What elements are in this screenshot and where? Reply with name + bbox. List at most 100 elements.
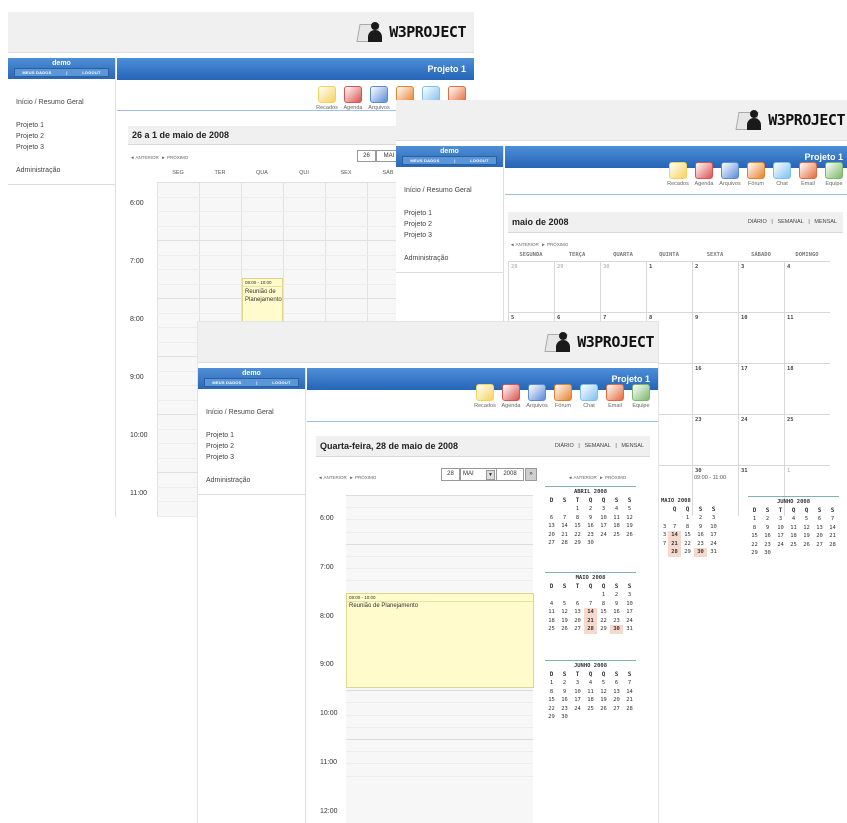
tool-calendar[interactable]: Agenda (691, 162, 717, 187)
logo[interactable]: W3PROJECT (356, 20, 466, 44)
mini-day[interactable]: 16 (761, 532, 774, 541)
mini-day[interactable]: 2 (761, 515, 774, 524)
mini-day[interactable]: 24 (571, 705, 584, 714)
next-link[interactable]: ► PRÓXIMO (541, 242, 568, 247)
view-daily[interactable]: DIÁRIO (748, 219, 767, 225)
mini-day[interactable]: 16 (584, 522, 597, 531)
tool-calendar[interactable]: Agenda (340, 86, 366, 111)
my-data-link[interactable]: MEUS DADOS (410, 158, 439, 163)
mini-day[interactable]: 13 (813, 524, 826, 533)
menu-project-1[interactable]: Projeto 1 (206, 430, 297, 441)
event-block[interactable]: 08:00 - 10:00 Reunião de Planejamento (346, 593, 534, 688)
mini-day[interactable]: 14 (668, 531, 681, 540)
day-cell[interactable]: 10 (738, 312, 784, 363)
mini-day[interactable]: 25 (787, 541, 800, 550)
logo[interactable]: W3PROJECT (735, 108, 845, 132)
mini-day[interactable]: 3 (597, 505, 610, 514)
mini-day[interactable]: 28 (558, 539, 571, 548)
tool-chat[interactable]: Chat (769, 162, 795, 187)
month-select[interactable]: MAI ▼ (460, 468, 497, 481)
mini-day[interactable]: 26 (597, 705, 610, 714)
view-weekly[interactable]: SEMANAL (584, 443, 610, 449)
day-cell[interactable]: 11 (784, 312, 830, 363)
mini-day[interactable]: 19 (597, 696, 610, 705)
mini-day[interactable]: 15 (681, 531, 694, 540)
mini-day[interactable]: 21 (584, 616, 597, 625)
mini-day[interactable]: 10 (623, 600, 636, 609)
tool-note[interactable]: Recados (314, 86, 340, 111)
tool-forum[interactable]: Fórum (743, 162, 769, 187)
mini-day[interactable]: 8 (748, 524, 761, 533)
chevron-down-icon[interactable]: ▼ (486, 470, 495, 480)
mini-day[interactable]: 4 (545, 600, 558, 609)
tool-calendar[interactable]: Agenda (498, 384, 524, 409)
tool-email[interactable]: Email (602, 384, 628, 409)
mini-day[interactable]: 17 (597, 522, 610, 531)
mini-day[interactable]: 12 (623, 514, 636, 523)
mini-day[interactable]: 24 (707, 540, 720, 549)
mini-day[interactable]: 6 (813, 515, 826, 524)
mini-day[interactable]: 14 (584, 608, 597, 617)
mini-day[interactable]: 28 (584, 625, 597, 634)
mini-day[interactable]: 9 (761, 524, 774, 533)
mini-day[interactable]: 23 (694, 540, 707, 549)
mini-day[interactable]: 4 (787, 515, 800, 524)
mini-day[interactable]: 11 (610, 514, 623, 523)
mini-day[interactable]: 25 (545, 625, 558, 634)
month-event[interactable]: 09:00 - 11:00 (694, 475, 726, 481)
mini-day[interactable]: 15 (597, 608, 610, 617)
mini-day[interactable]: 3 (623, 591, 636, 600)
menu-project-2[interactable]: Projeto 2 (16, 131, 107, 142)
mini-next-link[interactable]: ► PRÓXIMO (599, 475, 626, 480)
mini-day[interactable]: 25 (584, 705, 597, 714)
mini-day[interactable]: 7 (661, 540, 668, 549)
mini-day[interactable]: 6 (571, 600, 584, 609)
tool-files[interactable]: Arquivos (366, 86, 392, 111)
tool-note[interactable]: Recados (665, 162, 691, 187)
mini-day[interactable]: 16 (558, 696, 571, 705)
mini-day[interactable]: 5 (558, 600, 571, 609)
menu-home[interactable]: Início / Resumo Geral (206, 407, 297, 418)
mini-day[interactable]: 16 (610, 608, 623, 617)
day-cell[interactable]: 23 (692, 414, 738, 465)
mini-day[interactable]: 29 (597, 625, 610, 634)
mini-day[interactable]: 27 (571, 625, 584, 634)
mini-day[interactable]: 30 (584, 539, 597, 548)
mini-day[interactable] (661, 514, 668, 523)
mini-day[interactable]: 17 (571, 696, 584, 705)
day-cell[interactable]: 29 (554, 261, 600, 312)
view-monthly[interactable]: MENSAL (814, 219, 837, 225)
mini-day[interactable]: 23 (761, 541, 774, 550)
mini-day[interactable]: 13 (571, 608, 584, 617)
mini-day[interactable]: 22 (571, 531, 584, 540)
menu-home[interactable]: Início / Resumo Geral (16, 97, 107, 108)
my-data-link[interactable]: MEUS DADOS (22, 70, 51, 75)
day-cell[interactable]: 3 (738, 261, 784, 312)
mini-day[interactable]: 12 (800, 524, 813, 533)
day-cell[interactable]: 28 (508, 261, 554, 312)
mini-day[interactable]: 30 (694, 548, 707, 557)
mini-day[interactable]: 20 (545, 531, 558, 540)
mini-day[interactable]: 6 (610, 679, 623, 688)
mini-day[interactable]: 10 (774, 524, 787, 533)
go-button[interactable]: » (525, 468, 537, 481)
mini-day[interactable]: 21 (558, 531, 571, 540)
mini-day[interactable]: 12 (558, 608, 571, 617)
mini-day[interactable]: 2 (584, 505, 597, 514)
mini-prev-link[interactable]: ◄ ANTERIOR (568, 475, 597, 480)
menu-project-2[interactable]: Projeto 2 (404, 219, 495, 230)
mini-day[interactable]: 27 (610, 705, 623, 714)
tool-files[interactable]: Arquivos (524, 384, 550, 409)
mini-day[interactable]: 7 (826, 515, 839, 524)
mini-day[interactable]: 23 (558, 705, 571, 714)
mini-day[interactable]: 26 (800, 541, 813, 550)
mini-day[interactable]: 14 (558, 522, 571, 531)
menu-project-3[interactable]: Projeto 3 (404, 230, 495, 241)
mini-day[interactable]: 2 (694, 514, 707, 523)
mini-day[interactable]: 15 (748, 532, 761, 541)
mini-day[interactable]: 29 (748, 549, 761, 558)
my-data-link[interactable]: MEUS DADOS (212, 380, 241, 385)
mini-day[interactable]: 9 (694, 523, 707, 532)
mini-day[interactable]: 1 (748, 515, 761, 524)
mini-day[interactable]: 5 (800, 515, 813, 524)
